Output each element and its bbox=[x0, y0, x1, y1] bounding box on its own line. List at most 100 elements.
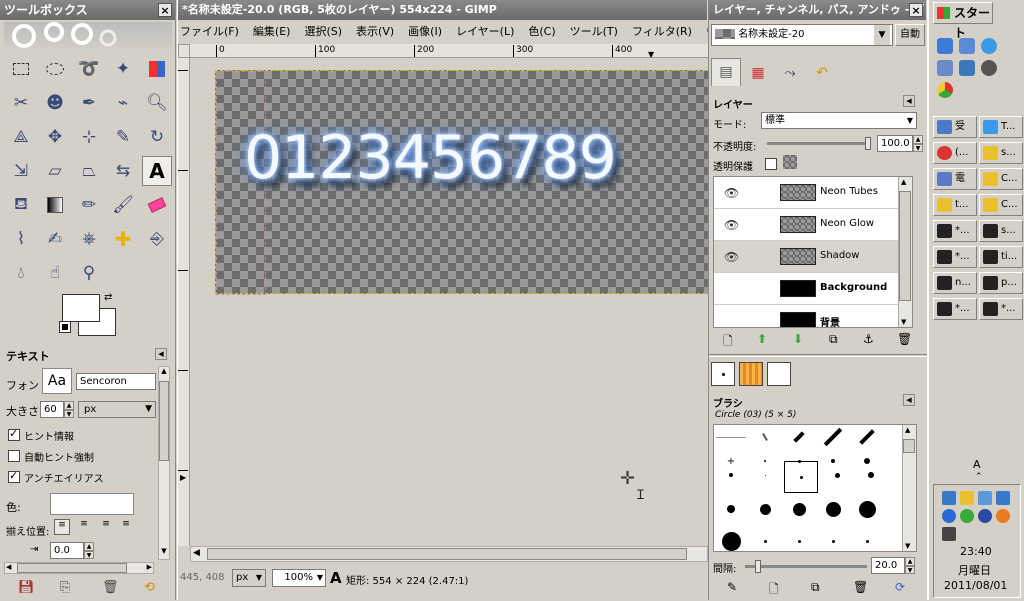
scrollbar-thumb[interactable] bbox=[903, 439, 915, 453]
layer-row[interactable]: 背景 bbox=[714, 305, 900, 327]
taskbar-button[interactable]: *... bbox=[933, 246, 977, 268]
foreground-color-swatch[interactable] bbox=[62, 294, 100, 322]
fuzzy-select-icon[interactable]: ✦ bbox=[108, 54, 138, 84]
menu-file[interactable]: ファイル(F) bbox=[178, 22, 246, 42]
crop-icon[interactable]: ✎ bbox=[108, 122, 138, 152]
airbrush-icon[interactable]: ⌇ bbox=[6, 224, 36, 254]
lower-layer-icon[interactable]: ⬇ bbox=[793, 332, 803, 346]
size-spin-down[interactable]: ▼ bbox=[64, 410, 74, 418]
anchor-layer-icon[interactable]: ⚓︎ bbox=[863, 332, 874, 346]
close-icon[interactable]: × bbox=[909, 3, 923, 17]
raise-layer-icon[interactable]: ⬆ bbox=[757, 332, 767, 346]
taskbar-button[interactable]: ti... bbox=[979, 246, 1023, 268]
ime-indicator[interactable]: A bbox=[973, 458, 981, 471]
tray-expand-icon[interactable]: ⌃ bbox=[975, 472, 983, 482]
options-scrollbar[interactable]: ▲ ▼ bbox=[158, 366, 170, 560]
align-icon[interactable]: ⊹ bbox=[74, 122, 104, 152]
brush-cell[interactable] bbox=[748, 463, 782, 487]
delete-brush-icon[interactable]: 🗑︎ bbox=[853, 580, 868, 594]
chrome-icon[interactable] bbox=[937, 82, 953, 98]
scrollbar-thumb[interactable] bbox=[159, 381, 169, 461]
clone-icon[interactable]: ⎈ bbox=[74, 224, 104, 254]
ink-icon[interactable]: ✍ bbox=[40, 224, 70, 254]
brush-cell[interactable] bbox=[714, 497, 748, 521]
lock-alpha-checkbox[interactable] bbox=[765, 157, 777, 170]
spacing-slider[interactable] bbox=[745, 560, 867, 573]
brush-cell[interactable] bbox=[854, 463, 888, 487]
panel-menu-icon[interactable]: ◀ bbox=[903, 95, 915, 107]
paths-icon[interactable]: ✒ bbox=[74, 88, 104, 118]
text-tool-icon[interactable]: A bbox=[142, 156, 172, 186]
tab-patterns[interactable] bbox=[739, 362, 763, 386]
layer-name[interactable]: Neon Glow bbox=[820, 218, 874, 229]
eye-icon[interactable]: 👁︎ bbox=[724, 218, 739, 232]
perspective-clone-icon[interactable]: ⎆ bbox=[142, 224, 172, 254]
default-colors-icon[interactable] bbox=[59, 321, 71, 333]
brush-cell[interactable] bbox=[816, 529, 850, 551]
justify-left-button[interactable]: ≡ bbox=[54, 519, 70, 535]
brush-cell[interactable] bbox=[714, 529, 748, 551]
refresh-brushes-icon[interactable]: ⟳ bbox=[895, 580, 905, 594]
taskbar-button[interactable]: *... bbox=[979, 298, 1023, 320]
font-input[interactable]: Sencoron bbox=[76, 373, 156, 390]
horizontal-ruler[interactable]: 0 100 200 300 400 ▼ bbox=[190, 44, 708, 59]
taskbar-button[interactable]: *... bbox=[933, 220, 977, 242]
swap-colors-icon[interactable]: ⇄ bbox=[104, 292, 112, 303]
new-layer-icon[interactable]: 🗋︎ bbox=[723, 332, 733, 353]
brush-grid-scrollbar[interactable]: ▲ ▼ bbox=[902, 425, 916, 551]
smudge-icon[interactable]: ☝ bbox=[40, 258, 70, 288]
zoom-select[interactable]: 100% ▼ bbox=[272, 569, 326, 587]
brush-cell[interactable] bbox=[820, 463, 854, 487]
blur-icon[interactable]: 💧︎ bbox=[6, 258, 36, 288]
brush-cell-selected[interactable] bbox=[784, 461, 818, 493]
save-options-button[interactable]: 💾︎ bbox=[18, 580, 35, 595]
pencil-icon[interactable]: ✏ bbox=[74, 190, 104, 220]
color-picker-icon[interactable]: ⌁ bbox=[108, 88, 138, 118]
update-icon[interactable] bbox=[996, 509, 1010, 523]
hinting-checkbox[interactable] bbox=[8, 427, 20, 441]
size-input[interactable]: 60 bbox=[40, 401, 64, 418]
clock-time[interactable]: 23:40 bbox=[960, 545, 992, 558]
ellipse-select-tool[interactable] bbox=[40, 54, 70, 84]
taskbar-button[interactable]: 受 bbox=[933, 116, 977, 138]
rect-select-tool[interactable] bbox=[6, 54, 36, 84]
network-icon[interactable] bbox=[942, 491, 956, 505]
brush-cell[interactable] bbox=[748, 497, 782, 521]
taskbar-button[interactable]: s... bbox=[979, 142, 1023, 164]
move-icon[interactable]: ✥ bbox=[40, 122, 70, 152]
eye-icon[interactable]: 👁︎ bbox=[724, 186, 739, 200]
tab-layers[interactable]: ▤ bbox=[711, 58, 741, 86]
book-icon[interactable] bbox=[959, 60, 975, 76]
brush-cell[interactable] bbox=[850, 497, 884, 521]
layer-name[interactable]: Shadow bbox=[820, 250, 859, 261]
indent-spin-up[interactable]: ▲ bbox=[84, 542, 94, 551]
layer-name[interactable]: Background bbox=[820, 282, 887, 293]
opacity-slider-handle[interactable] bbox=[865, 137, 871, 150]
menu-image[interactable]: 画像(I) bbox=[401, 22, 449, 42]
menu-layer[interactable]: レイヤー(L) bbox=[449, 22, 521, 42]
menu-colors[interactable]: 色(C) bbox=[521, 22, 562, 42]
size-unit-select[interactable]: px ▼ bbox=[78, 401, 156, 418]
globe-icon[interactable] bbox=[981, 38, 997, 54]
reset-options-button[interactable]: ⟲ bbox=[144, 580, 155, 595]
opacity-input[interactable]: 100.0 bbox=[877, 135, 913, 152]
brush-cell[interactable] bbox=[782, 529, 816, 551]
opacity-spin-down[interactable]: ▼ bbox=[913, 144, 923, 152]
toolbox-titlebar[interactable]: ツールボックス × bbox=[0, 0, 175, 20]
free-select-icon[interactable]: ➰ bbox=[74, 54, 104, 84]
layer-row[interactable]: 👁︎ Shadow bbox=[714, 241, 900, 273]
image-hscrollbar[interactable]: ◀ bbox=[190, 546, 708, 562]
panel-menu-icon[interactable]: ◀ bbox=[903, 394, 915, 406]
perspective-icon[interactable]: ⏢ bbox=[74, 156, 104, 186]
antialias-checkbox[interactable] bbox=[8, 469, 20, 483]
unit-select[interactable]: px ▼ bbox=[232, 569, 266, 587]
layer-name[interactable]: Neon Tubes bbox=[820, 186, 878, 197]
zoom-icon[interactable]: 🔍︎ bbox=[142, 88, 172, 118]
menu-tools[interactable]: ツール(T) bbox=[563, 22, 625, 42]
people-icon[interactable] bbox=[978, 491, 992, 505]
paintbrush-icon[interactable]: 🖌︎ bbox=[108, 190, 138, 220]
spacing-slider-handle[interactable] bbox=[755, 560, 761, 573]
duplicate-brush-icon[interactable]: ⧉ bbox=[811, 580, 820, 595]
size-spin-up[interactable]: ▲ bbox=[64, 401, 74, 410]
image-select[interactable]: 名称未設定-20 ▼ bbox=[711, 24, 893, 46]
